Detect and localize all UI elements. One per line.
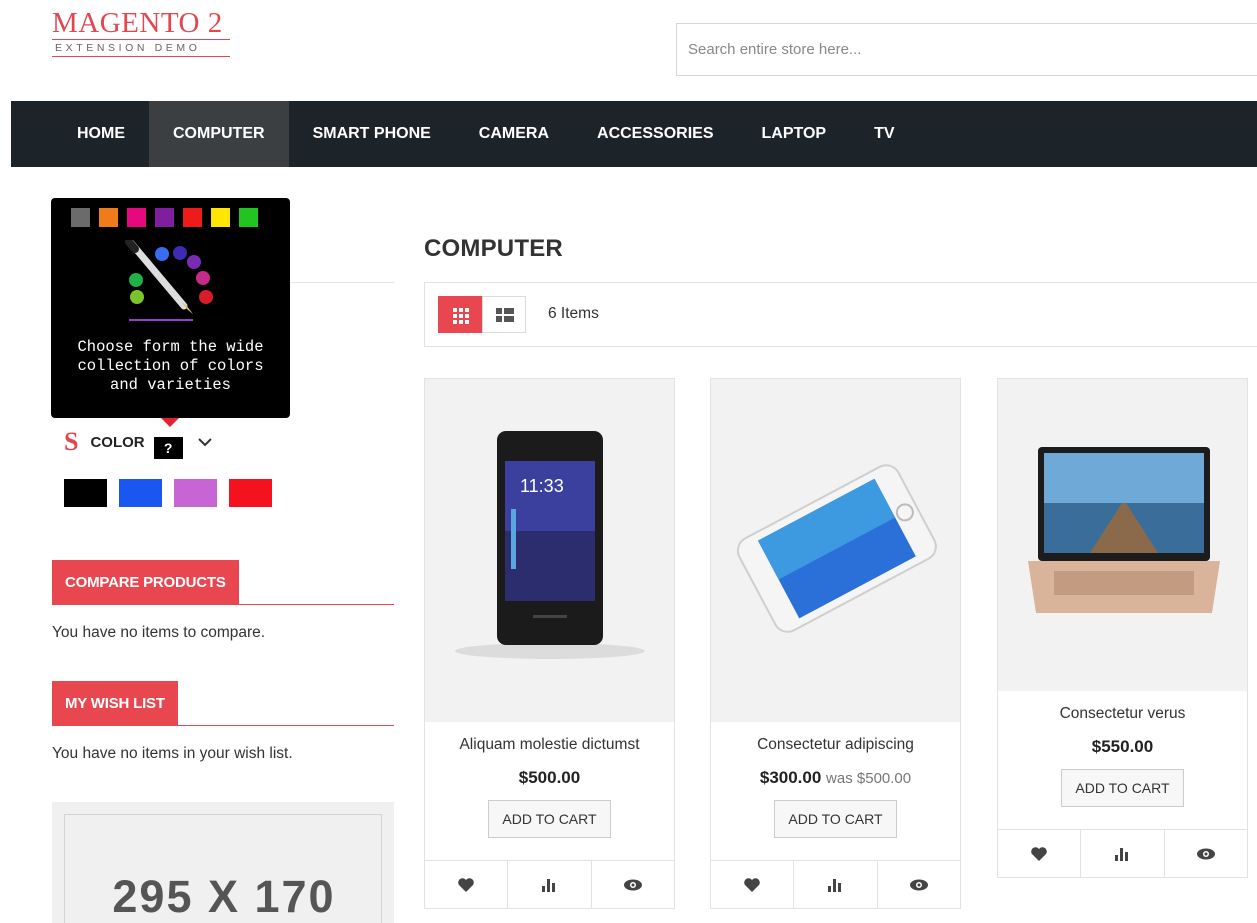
color-swatch-list [64,479,272,507]
compare-divider [52,604,394,605]
store-logo[interactable]: MAGENTO 2 EXTENSION DEMO [52,8,232,57]
product-card: 11:33 Aliquam molestie dictumst $500.00 … [424,378,675,909]
add-to-cart-button[interactable]: ADD TO CART [1061,769,1184,807]
page-title: COMPUTER [424,235,563,262]
color-swatch-blue[interactable] [119,479,162,507]
nav-item-home[interactable]: HOME [53,101,149,167]
banner-placeholder-text: 295 X 170 [112,871,336,922]
compare-action[interactable] [508,861,592,908]
wishlist-divider [52,725,394,726]
color-filter-label: COLOR [90,433,145,451]
compare-action[interactable] [1081,830,1165,877]
quickview-action[interactable] [1165,830,1247,877]
compare-icon [1115,847,1129,861]
grid-view-button[interactable] [438,296,482,333]
eye-icon [909,879,928,890]
list-view-icon [496,308,514,322]
svg-text:11:33: 11:33 [520,476,564,496]
product-card: Consectetur adipiscing $300.00 was $500.… [710,378,961,909]
product-price-value: $300.00 [759,768,822,787]
items-count: 6 Items [548,305,599,322]
tooltip-swatches [71,208,258,227]
product-was-price: was $500.00 [826,770,912,787]
heart-icon [458,877,474,892]
chevron-down-icon[interactable] [197,434,212,450]
banner-frame: 295 X 170 [64,814,382,923]
wishlist-empty-text: You have no items in your wish list. [52,745,293,762]
add-to-cart-button[interactable]: ADD TO CART [774,800,897,838]
product-actions [711,860,960,908]
phone-image-icon: 11:33 [455,431,645,659]
search-input[interactable] [676,23,1257,76]
product-price-value: $550.00 [1091,737,1154,756]
product-price: $550.00 [998,737,1247,757]
product-price-value: $500.00 [518,768,581,787]
smartphone-image-icon [736,464,937,633]
color-tooltip: Choose form the wide collection of color… [51,198,290,418]
nav-item-laptop[interactable]: LAPTOP [737,101,850,167]
tooltip-swatch [99,208,118,227]
product-card: Consectetur verus $550.00 ADD TO CART [997,378,1248,878]
tooltip-text-line: Choose form the wide [77,338,264,356]
help-badge[interactable]: ? [153,437,183,459]
add-to-cart-button[interactable]: ADD TO CART [488,800,611,838]
compare-action[interactable] [794,861,878,908]
sidebar-divider [290,282,394,283]
swatch-logo-icon: S [64,427,79,456]
product-image[interactable]: 11:33 [425,379,674,722]
wishlist-action[interactable] [711,861,795,908]
tooltip-text: Choose form the wide collection of color… [51,338,290,395]
compare-empty-text: You have no items to compare. [52,624,266,641]
tooltip-swatch [211,208,230,227]
tooltip-swatch [155,208,174,227]
list-view-button[interactable] [482,296,526,333]
tooltip-swatch [71,208,90,227]
color-filter-header[interactable]: S COLOR ? [64,425,212,459]
color-swatch-purple[interactable] [174,479,217,507]
compare-products-title: COMPARE PRODUCTS [52,560,239,605]
compare-icon [542,878,556,892]
wishlist-title: MY WISH LIST [52,681,178,726]
tooltip-text-line: collection of colors [77,357,264,375]
sidebar-banner[interactable]: 295 X 170 [52,802,394,923]
product-name[interactable]: Consectetur adipiscing [711,736,960,754]
eye-icon [623,879,642,890]
product-image[interactable] [998,379,1247,691]
tooltip-swatch [183,208,202,227]
heart-icon [744,877,760,892]
tooltip-swatch [127,208,146,227]
product-actions [425,860,674,908]
grid-view-icon [453,308,469,324]
color-swatch-red[interactable] [229,479,272,507]
tooltip-swatch [239,208,258,227]
quickview-action[interactable] [878,861,960,908]
logo-main-text: MAGENTO 2 [52,7,223,39]
wishlist-action[interactable] [425,861,509,908]
color-swatch-black[interactable] [64,479,107,507]
product-actions [998,829,1247,877]
product-toolbar: 6 Items [424,282,1257,347]
palette-pencil-icon [125,240,213,321]
main-navigation: HOME COMPUTER SMART PHONE CAMERA ACCESSO… [11,101,1257,167]
tooltip-text-line: and varieties [110,376,231,394]
product-name[interactable]: Consectetur verus [998,705,1247,723]
laptop-image-icon [1028,447,1220,613]
nav-item-computer[interactable]: COMPUTER [149,101,289,167]
nav-item-tv[interactable]: TV [850,101,918,167]
product-image[interactable] [711,379,960,722]
quickview-action[interactable] [592,861,674,908]
nav-item-accessories[interactable]: ACCESSORIES [573,101,737,167]
product-name[interactable]: Aliquam molestie dictumst [425,736,674,754]
logo-sub-text: EXTENSION DEMO [52,39,230,57]
wishlist-action[interactable] [998,830,1082,877]
nav-item-smart-phone[interactable]: SMART PHONE [289,101,455,167]
compare-icon [828,878,842,892]
heart-icon [1031,846,1047,861]
product-price: $500.00 [425,768,674,788]
eye-icon [1196,848,1215,859]
nav-item-camera[interactable]: CAMERA [455,101,573,167]
product-price: $300.00 was $500.00 [711,768,960,788]
